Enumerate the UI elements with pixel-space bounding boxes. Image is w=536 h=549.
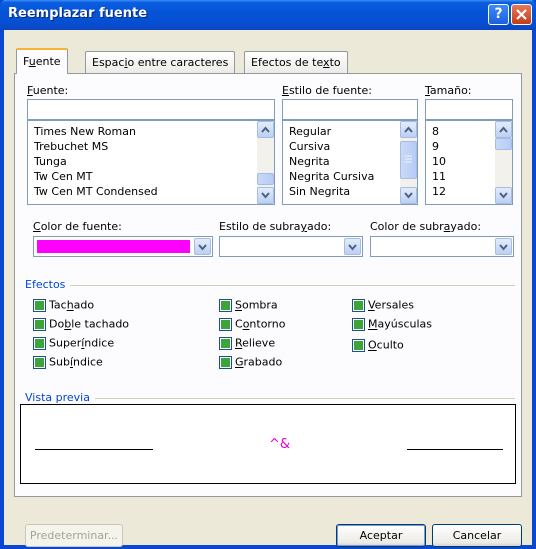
font-color-label: Color de fuente:	[33, 220, 122, 233]
effects-group-title: Efectos	[25, 278, 70, 291]
list-item[interactable]: Sin Negrita	[283, 184, 417, 199]
font-style-input[interactable]	[282, 99, 418, 120]
preview-box: ^&	[20, 404, 516, 484]
checkbox-oculto[interactable]: Oculto	[352, 338, 404, 353]
scroll-down-button[interactable]	[495, 187, 512, 204]
checkbox-icon[interactable]	[219, 317, 232, 331]
checkbox-grabado[interactable]: Grabado	[219, 355, 282, 370]
chevron-down-icon	[404, 192, 413, 199]
preview-group-title: Vista previa	[25, 391, 94, 404]
list-item[interactable]: Tw Cen MT Condensed	[28, 184, 274, 199]
checkbox-versales[interactable]: Versales	[352, 298, 414, 313]
font-list-scrollbar[interactable]	[257, 121, 274, 204]
size-list-scrollbar[interactable]	[495, 121, 512, 204]
dropdown-button[interactable]	[495, 238, 512, 255]
underline-color-dropdown[interactable]	[370, 236, 514, 257]
preview-baseline-left	[35, 449, 153, 450]
dropdown-button[interactable]	[344, 238, 361, 255]
checkbox-icon[interactable]	[352, 317, 365, 331]
font-color-dropdown[interactable]	[33, 236, 213, 257]
underline-color-label: Color de subrayado:	[370, 220, 482, 233]
font-color-swatch	[37, 240, 190, 253]
chevron-up-icon	[499, 126, 508, 133]
chevron-up-icon	[404, 126, 413, 133]
font-label: Fuente:	[27, 84, 69, 97]
preview-divider	[95, 398, 515, 399]
font-style-label: Estilo de fuente:	[282, 84, 372, 97]
list-item[interactable]: Tunga	[28, 154, 274, 169]
size-label: Tamaño:	[425, 84, 472, 97]
scroll-thumb[interactable]	[495, 138, 512, 150]
underline-style-label: Estilo de subrayado:	[219, 220, 332, 233]
checkbox-superindice[interactable]: Superíndice	[33, 336, 114, 351]
font-style-list[interactable]: Regular Cursiva Negrita Negrita Cursiva …	[282, 120, 418, 205]
checkbox-contorno[interactable]: Contorno	[219, 317, 285, 332]
scroll-down-button[interactable]	[400, 187, 417, 204]
chevron-down-icon	[499, 244, 508, 251]
checkbox-relieve[interactable]: Relieve	[219, 336, 275, 351]
checkbox-mayusculas[interactable]: Mayúsculas	[352, 317, 432, 332]
list-item[interactable]: Trebuchet MS	[28, 139, 274, 154]
checkbox-icon[interactable]	[352, 298, 365, 312]
ok-button[interactable]: Aceptar	[336, 524, 426, 547]
list-item[interactable]: Times New Roman	[28, 124, 274, 139]
underline-style-dropdown[interactable]	[219, 236, 363, 257]
chevron-down-icon	[198, 244, 207, 251]
preview-baseline-right	[407, 449, 503, 450]
chevron-down-icon	[261, 192, 270, 199]
list-item[interactable]: Tw Cen MT	[28, 169, 274, 184]
scroll-up-button[interactable]	[400, 121, 417, 138]
list-item[interactable]: Negrita Cursiva	[283, 169, 417, 184]
chevron-up-icon	[261, 126, 270, 133]
default-button[interactable]: Predeterminar...	[25, 524, 123, 547]
font-input[interactable]	[27, 99, 275, 120]
chevron-down-icon	[499, 192, 508, 199]
scroll-down-button[interactable]	[257, 187, 274, 204]
font-style-scrollbar[interactable]	[400, 121, 417, 204]
list-item[interactable]: Cursiva	[283, 139, 417, 154]
preview-sample-text: ^&	[269, 437, 291, 452]
dropdown-button[interactable]	[194, 238, 211, 255]
font-list[interactable]: Times New Roman Trebuchet MS Tunga Tw Ce…	[27, 120, 275, 205]
scroll-up-button[interactable]	[257, 121, 274, 138]
checkbox-icon[interactable]	[33, 336, 46, 350]
checkbox-icon[interactable]	[352, 338, 365, 352]
checkbox-sombra[interactable]: Sombra	[219, 298, 278, 313]
checkbox-icon[interactable]	[33, 317, 46, 331]
checkbox-icon[interactable]	[33, 298, 46, 312]
grip-icon	[405, 155, 412, 163]
checkbox-icon[interactable]	[219, 355, 232, 369]
checkbox-subindice[interactable]: Subíndice	[33, 355, 103, 370]
size-list[interactable]: 8 9 10 11 12	[425, 120, 513, 205]
scroll-thumb[interactable]	[400, 141, 417, 179]
scroll-thumb[interactable]	[257, 173, 274, 185]
scroll-up-button[interactable]	[495, 121, 512, 138]
chevron-down-icon	[348, 244, 357, 251]
checkbox-icon[interactable]	[33, 355, 46, 369]
list-item[interactable]: Negrita	[283, 154, 417, 169]
checkbox-doble-tachado[interactable]: Doble tachado	[33, 317, 129, 332]
cancel-button[interactable]: Cancelar	[432, 524, 522, 547]
checkbox-icon[interactable]	[219, 298, 232, 312]
checkbox-icon[interactable]	[219, 336, 232, 350]
effects-divider	[70, 285, 515, 286]
checkbox-tachado[interactable]: Tachado	[33, 298, 94, 313]
size-input[interactable]	[425, 99, 513, 120]
list-item[interactable]: Regular	[283, 124, 417, 139]
